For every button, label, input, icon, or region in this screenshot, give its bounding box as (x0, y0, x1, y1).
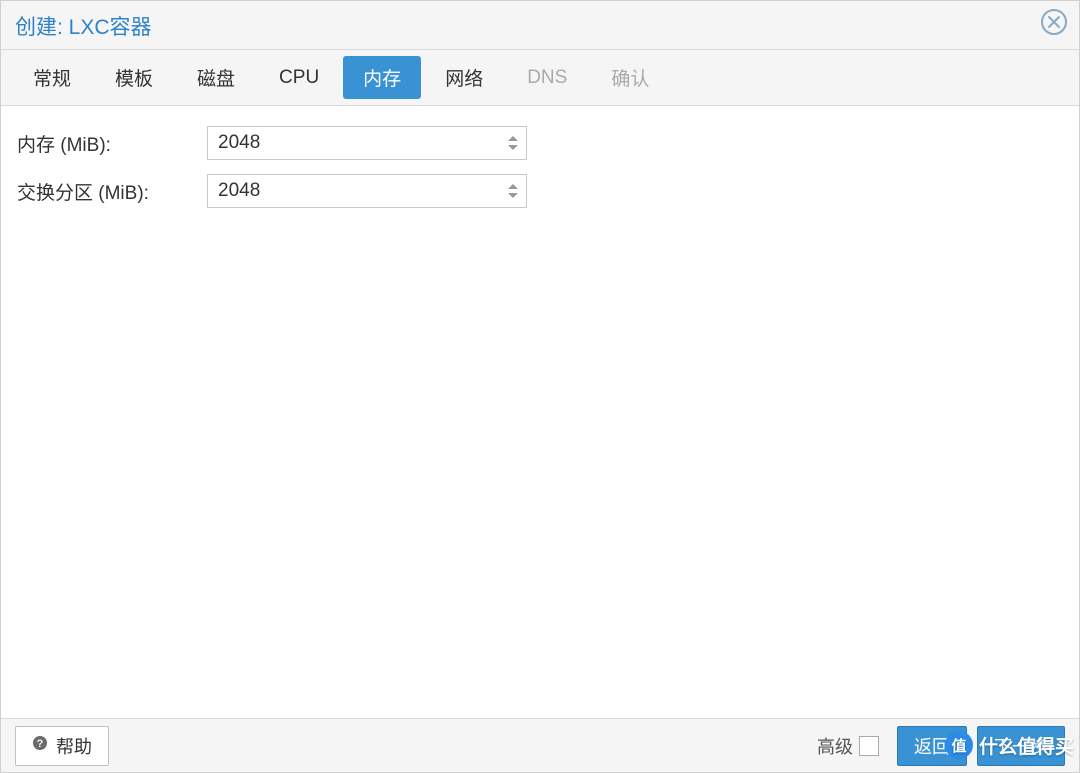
swap-spinner (207, 174, 527, 208)
close-icon[interactable] (1041, 9, 1067, 35)
swap-input[interactable] (208, 175, 500, 207)
tab-memory[interactable]: 内存 (343, 56, 421, 99)
dialog-title: 创建: LXC容器 (15, 11, 152, 41)
next-button-label: 下一步 (994, 733, 1048, 759)
back-button-label: 返回 (914, 733, 950, 759)
swap-stepper[interactable] (500, 175, 526, 207)
tab-label: 确认 (611, 69, 649, 90)
tab-label: CPU (279, 67, 319, 88)
tab-label: 磁盘 (197, 69, 235, 90)
chevron-up-icon[interactable] (508, 184, 518, 189)
back-button[interactable]: 返回 (897, 726, 967, 766)
dialog-titlebar: 创建: LXC容器 (1, 1, 1079, 50)
tab-dns[interactable]: DNS (507, 59, 587, 97)
tab-label: 模板 (115, 69, 153, 90)
chevron-up-icon[interactable] (508, 136, 518, 141)
tab-template[interactable]: 模板 (95, 56, 173, 99)
advanced-label: 高级 (817, 733, 853, 759)
form-panel: 内存 (MiB): 交换分区 (MiB): (1, 106, 1079, 718)
help-button[interactable]: ? 帮助 (15, 726, 109, 766)
memory-row: 内存 (MiB): (17, 126, 1063, 160)
memory-stepper[interactable] (500, 127, 526, 159)
wizard-tabs: 常规 模板 磁盘 CPU 内存 网络 DNS 确认 (1, 50, 1079, 106)
tab-cpu[interactable]: CPU (259, 59, 339, 97)
memory-spinner (207, 126, 527, 160)
swap-row: 交换分区 (MiB): (17, 174, 1063, 208)
tab-confirm[interactable]: 确认 (591, 56, 669, 99)
help-button-label: 帮助 (56, 733, 92, 759)
advanced-checkbox[interactable] (859, 736, 879, 756)
next-button[interactable]: 下一步 (977, 726, 1065, 766)
tab-disk[interactable]: 磁盘 (177, 56, 255, 99)
tab-label: DNS (527, 67, 567, 88)
tab-label: 常规 (33, 69, 71, 90)
tab-label: 网络 (445, 69, 483, 90)
tab-general[interactable]: 常规 (13, 56, 91, 99)
chevron-down-icon[interactable] (508, 145, 518, 150)
swap-label: 交换分区 (MiB): (17, 178, 207, 205)
memory-label: 内存 (MiB): (17, 130, 207, 157)
create-lxc-dialog: 创建: LXC容器 常规 模板 磁盘 CPU 内存 网络 DNS 确认 内存 (… (0, 0, 1080, 773)
tab-label: 内存 (363, 69, 401, 90)
memory-input[interactable] (208, 127, 500, 159)
dialog-footer: ? 帮助 高级 返回 下一步 (1, 718, 1079, 772)
svg-text:?: ? (37, 738, 44, 750)
help-icon: ? (32, 735, 48, 756)
tab-network[interactable]: 网络 (425, 56, 503, 99)
chevron-down-icon[interactable] (508, 193, 518, 198)
